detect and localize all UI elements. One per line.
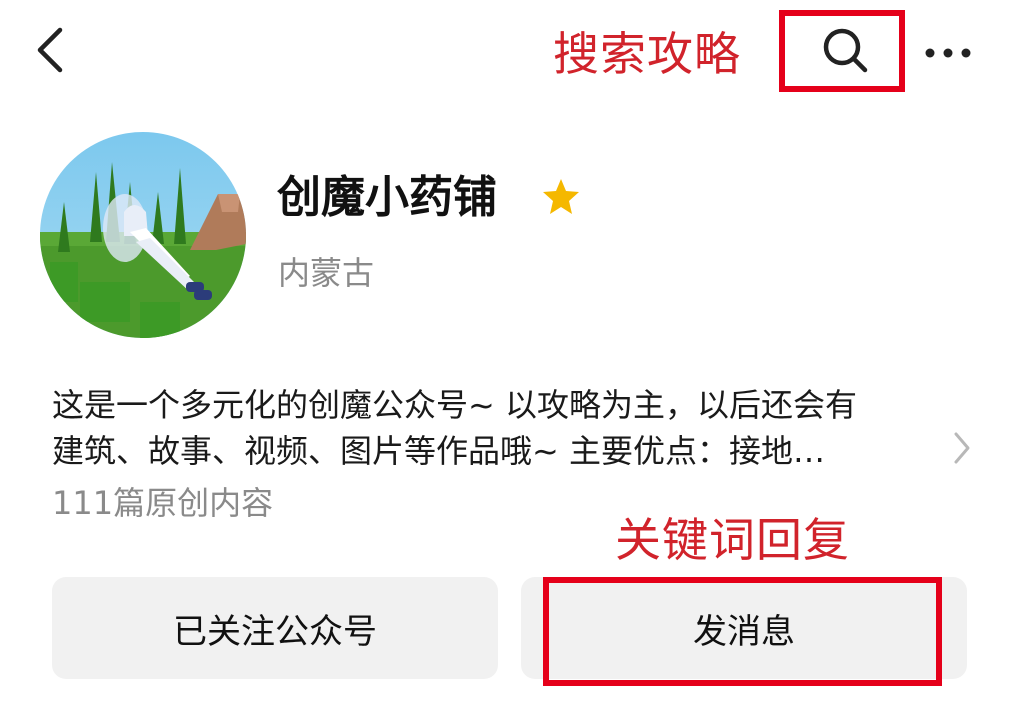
send-message-button[interactable]: 发消息 bbox=[521, 577, 967, 679]
more-dots-icon bbox=[925, 48, 971, 58]
search-annotation-label: 搜索攻略 bbox=[553, 27, 741, 81]
send-message-label: 发消息 bbox=[693, 611, 795, 652]
keyword-reply-annotation-label: 关键词回复 bbox=[615, 513, 850, 567]
followed-account-label: 已关注公众号 bbox=[173, 611, 377, 652]
search-button[interactable] bbox=[819, 24, 871, 76]
account-avatar[interactable] bbox=[40, 132, 246, 338]
description-line-1: 这是一个多元化的创魔公众号~ 以攻略为主，以后还会有 bbox=[52, 386, 857, 424]
search-icon bbox=[823, 28, 868, 73]
account-name: 创魔小药铺 bbox=[277, 172, 497, 223]
account-description[interactable]: 这是一个多元化的创魔公众号~ 以攻略为主，以后还会有 建筑、故事、视频、图片等作… bbox=[52, 382, 956, 474]
star-icon bbox=[543, 179, 579, 214]
account-profile-page: 搜索攻略 创魔小药铺 内蒙古 这是一个多元化的创魔公众号~ 以攻略为主，以后还会… bbox=[0, 0, 1020, 701]
followed-account-button[interactable]: 已关注公众号 bbox=[52, 577, 498, 679]
back-button[interactable] bbox=[30, 24, 74, 80]
description-line-2: 建筑、故事、视频、图片等作品哦~ 主要优点：接地… bbox=[52, 432, 825, 470]
avatar-image bbox=[40, 132, 246, 338]
original-post-count: 111篇原创内容 bbox=[52, 484, 274, 522]
chevron-right-icon[interactable] bbox=[950, 430, 974, 466]
more-button[interactable] bbox=[922, 40, 974, 66]
chevron-left-icon bbox=[37, 27, 63, 73]
account-region: 内蒙古 bbox=[278, 254, 375, 292]
